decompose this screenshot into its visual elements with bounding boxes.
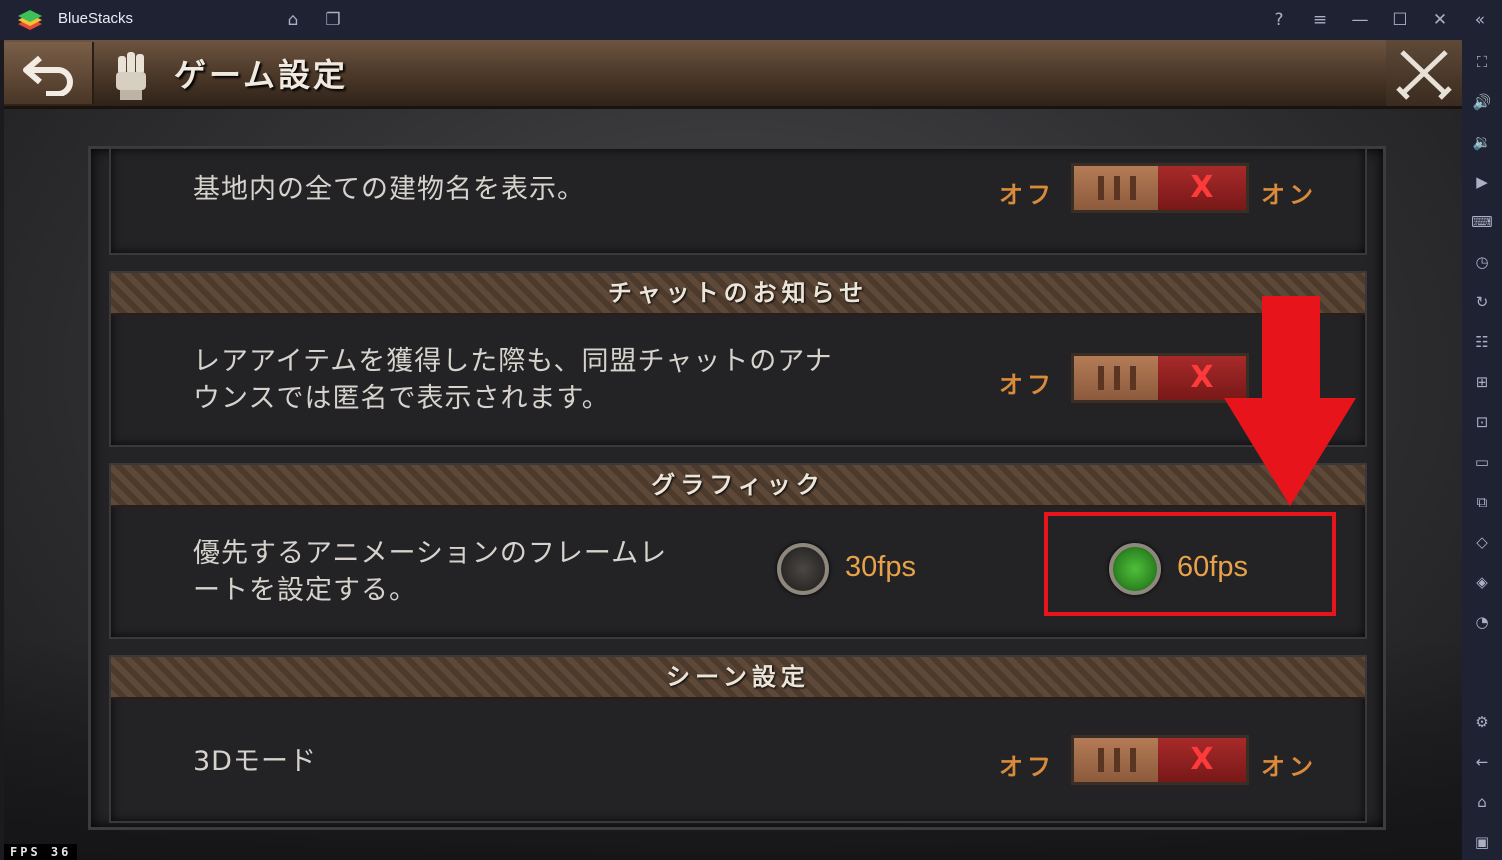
setting-description: 基地内の全ての建物名を表示。 [193,174,585,205]
label-30fps[interactable]: 30fps [845,551,916,584]
off-label: オフ [999,753,1055,781]
back-button[interactable] [4,42,94,104]
eco-mode-icon[interactable]: ◇ [1470,530,1494,554]
section-title: グラフィック [651,471,825,499]
sync-icon[interactable]: ↻ [1470,290,1494,314]
setting-description-line2: ートを設定する。 [193,575,417,606]
section-header-chat: チャットのお知らせ [111,273,1365,315]
highlight-box-60fps [1044,512,1336,616]
layers-icon[interactable]: ◈ [1470,570,1494,594]
raised-fist-icon [116,52,146,100]
red-arrow-icon [1224,296,1356,506]
apk-icon[interactable]: ⊞ [1470,370,1494,394]
app-name: BlueStacks [58,10,134,27]
home-icon[interactable]: ⌂ [1470,790,1494,814]
off-label: オフ [999,181,1055,209]
page-title: ゲーム設定 [174,56,349,94]
media-icon[interactable]: ▶ [1470,170,1494,194]
toggle-knob [1074,738,1158,782]
folder-icon[interactable]: ▭ [1470,450,1494,474]
chat-anonymous-toggle[interactable]: X [1071,353,1249,403]
toggle-knob [1074,356,1158,400]
keyboard-icon[interactable]: ⌨ [1470,210,1494,234]
collapse-sidebar-icon[interactable]: « [1468,8,1492,32]
setting-row-chat-notice: チャットのお知らせ レアアイテムを獲得した際も、同盟チャットのアナ ウンスでは匿… [109,271,1367,447]
toggle-off-state: X [1158,738,1246,782]
section-title: シーン設定 [666,663,810,691]
x-mark-icon: X [1190,170,1214,205]
setting-description-line1: 優先するアニメーションのフレームレ [193,538,668,569]
header-bar: ゲーム設定 [4,40,1462,109]
section-header-graphics: グラフィック [111,465,1365,507]
fullscreen-icon[interactable]: ⛶ [1470,50,1494,74]
title-bar: BlueStacks ⌂ ❐ ? ≡ — ☐ ✕ « [0,0,1502,40]
x-mark-icon: X [1190,742,1214,777]
home-icon[interactable]: ⌂ [281,8,305,32]
setting-row-scene: シーン設定 3Dモード オフ X オン [109,655,1367,823]
controls-icon[interactable]: ☷ [1470,330,1494,354]
on-label: オン [1261,753,1317,781]
setting-description: 3Dモード [193,746,317,777]
volume-up-icon[interactable]: 🔊 [1470,90,1494,114]
help-icon[interactable]: ? [1267,8,1291,32]
performance-icon[interactable]: ◔ [1470,610,1494,634]
toggle-off-state: X [1158,166,1246,210]
maximize-icon[interactable]: ☐ [1388,8,1412,32]
crossed-swords-icon [1396,50,1452,100]
close-settings-button[interactable] [1386,40,1462,106]
recent-apps-icon[interactable]: ▣ [1470,830,1494,854]
right-toolbar: ⛶ 🔊 🔉 ▶ ⌨ ◷ ↻ ☷ ⊞ ⊡ ▭ ⧉ ◇ ◈ ◔ ⚙ ← ⌂ ▣ [1462,40,1502,860]
setting-row-building-names: 基地内の全ての建物名を表示。 オフ X オン [109,147,1367,255]
close-icon[interactable]: ✕ [1428,8,1452,32]
multi-instance-icon[interactable]: ⧉ [1470,490,1494,514]
game-viewport: ゲーム設定 基地内の全ての建物名を表示。 オフ X オン チャットのお知らせ レ… [4,40,1462,860]
settings-panel: 基地内の全ての建物名を表示。 オフ X オン チャットのお知らせ レアアイテムを… [88,146,1386,830]
3d-mode-toggle[interactable]: X [1071,735,1249,785]
off-label: オフ [999,371,1055,399]
building-names-toggle[interactable]: X [1071,163,1249,213]
screenshot-icon[interactable]: ⊡ [1470,410,1494,434]
multi-instance-icon[interactable]: ❐ [321,8,345,32]
menu-icon[interactable]: ≡ [1308,8,1332,32]
settings-icon[interactable]: ⚙ [1470,710,1494,734]
macro-icon[interactable]: ◷ [1470,250,1494,274]
section-title: チャットのお知らせ [607,279,869,307]
setting-description-line1: レアアイテムを獲得した際も、同盟チャットのアナ [193,346,833,377]
bluestacks-logo-icon [18,10,42,30]
back-arrow-icon [23,55,73,96]
radio-30fps[interactable] [777,543,829,595]
toggle-knob [1074,166,1158,210]
section-header-scene: シーン設定 [111,657,1365,699]
setting-description-line2: ウンスでは匿名で表示されます。 [193,383,610,414]
minimize-icon[interactable]: — [1348,8,1372,32]
volume-down-icon[interactable]: 🔉 [1470,130,1494,154]
fps-counter: FPS 36 [4,844,78,860]
back-icon[interactable]: ← [1470,750,1494,774]
on-label: オン [1261,181,1317,209]
